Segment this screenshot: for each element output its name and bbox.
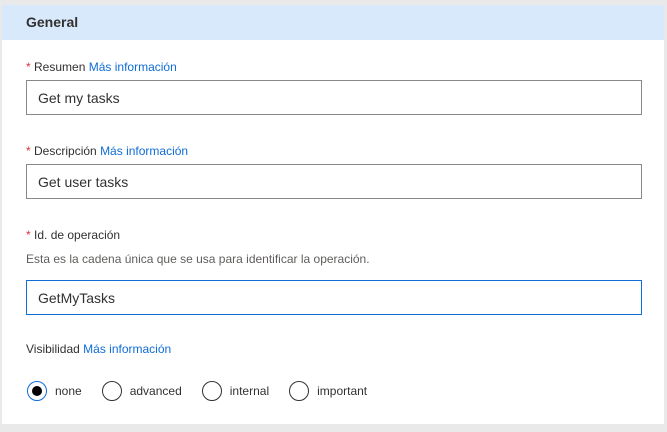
radio-label: internal <box>229 384 270 398</box>
radio-advanced[interactable]: advanced <box>101 381 182 401</box>
label-text: Resumen <box>34 60 86 74</box>
section-header: General <box>2 5 664 40</box>
operation-id-input[interactable] <box>26 280 642 315</box>
required-mark: * <box>26 60 31 74</box>
description-more-info-link[interactable]: Más información <box>100 144 188 158</box>
radio-none[interactable]: none <box>27 381 82 401</box>
summary-input[interactable] <box>26 80 642 115</box>
description-label: * Descripción Más información <box>26 144 188 158</box>
label-text: Visibilidad <box>26 342 80 356</box>
operation-id-help: Esta es la cadena única que se usa para … <box>26 252 370 266</box>
visibility-radio-group: none advanced internal important <box>27 381 387 401</box>
radio-unchecked-icon <box>101 381 122 401</box>
radio-label: none <box>55 384 82 398</box>
operation-id-label: * Id. de operación <box>26 228 120 242</box>
radio-important[interactable]: important <box>289 381 367 401</box>
required-mark: * <box>26 144 31 158</box>
radio-unchecked-icon <box>201 381 222 401</box>
visibility-more-info-link[interactable]: Más información <box>83 342 171 356</box>
summary-more-info-link[interactable]: Más información <box>89 60 177 74</box>
label-text: Id. de operación <box>34 228 121 242</box>
radio-unchecked-icon <box>289 381 310 401</box>
description-input[interactable] <box>26 164 642 199</box>
radio-label: advanced <box>129 384 182 398</box>
radio-internal[interactable]: internal <box>201 381 270 401</box>
radio-checked-icon <box>27 381 47 401</box>
radio-label: important <box>317 384 368 398</box>
summary-label: * Resumen Más información <box>26 60 177 74</box>
general-panel: General * Resumen Más información * Desc… <box>2 5 664 424</box>
visibility-label: Visibilidad Más información <box>26 342 171 356</box>
required-mark: * <box>26 228 31 242</box>
label-text: Descripción <box>34 144 97 158</box>
